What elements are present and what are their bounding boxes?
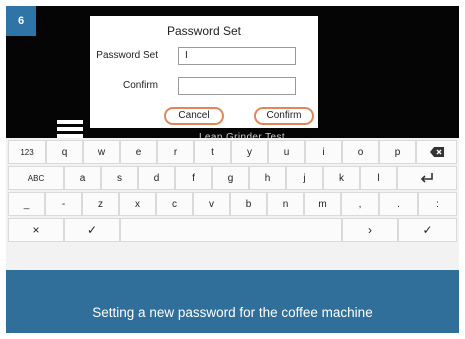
key-n[interactable]: n [267,192,304,216]
confirm-button[interactable]: Confirm [254,107,314,125]
key-k[interactable]: k [323,166,360,190]
key-u[interactable]: u [268,140,305,164]
caption-bar: Setting a new password for the coffee ma… [6,270,459,333]
key-next[interactable]: › [342,218,398,242]
password-field[interactable]: I [178,47,296,65]
key-d[interactable]: d [138,166,175,190]
key-y[interactable]: y [231,140,268,164]
key-f[interactable]: f [175,166,212,190]
key-abc[interactable]: ABC [8,166,64,190]
key-c[interactable]: c [156,192,193,216]
key-colon[interactable]: : [418,192,457,216]
key-x[interactable]: x [119,192,156,216]
backspace-icon [429,147,444,157]
key-s[interactable]: s [101,166,138,190]
key-123[interactable]: 123 [8,140,46,164]
dialog-title: Password Set [166,24,242,38]
key-comma[interactable]: , [341,192,379,216]
key-b[interactable]: b [230,192,267,216]
key-l[interactable]: l [360,166,397,190]
key-done[interactable]: ✓ [398,218,457,242]
key-underscore[interactable]: _ [8,192,45,216]
key-q[interactable]: q [46,140,83,164]
backspace-key[interactable] [416,140,457,164]
key-dash[interactable]: - [45,192,82,216]
key-g[interactable]: g [212,166,249,190]
key-e[interactable]: e [120,140,157,164]
key-m[interactable]: m [304,192,341,216]
confirm-password-field[interactable] [178,77,296,95]
enter-key[interactable] [397,166,457,190]
figure-caption: Setting a new password for the coffee ma… [92,305,373,320]
key-v[interactable]: v [193,192,230,216]
key-w[interactable]: w [83,140,120,164]
key-j[interactable]: j [286,166,323,190]
key-o[interactable]: o [342,140,379,164]
key-p[interactable]: p [379,140,416,164]
key-r[interactable]: r [157,140,194,164]
key-z[interactable]: z [82,192,119,216]
enter-icon [420,173,433,183]
key-i[interactable]: i [305,140,342,164]
password-label: Password Set [96,50,158,61]
key-period[interactable]: . [379,192,418,216]
key-close[interactable]: × [8,218,64,242]
key-accept[interactable]: ✓ [64,218,120,242]
device-screen: 6 Lean Grinder Test Password Set Passwor… [6,6,459,270]
key-t[interactable]: t [194,140,231,164]
figure-frame: 6 Lean Grinder Test Password Set Passwor… [0,0,465,339]
key-space[interactable] [120,218,342,242]
step-badge: 6 [6,6,36,36]
on-screen-keyboard: 123 q w e r t y u i o p ABC a s d f g h … [6,138,459,270]
key-a[interactable]: a [64,166,101,190]
password-dialog: Password Set Password Set I Confirm Canc… [90,16,318,128]
key-h[interactable]: h [249,166,286,190]
cancel-button[interactable]: Cancel [164,107,224,125]
confirm-label: Confirm [122,80,158,91]
